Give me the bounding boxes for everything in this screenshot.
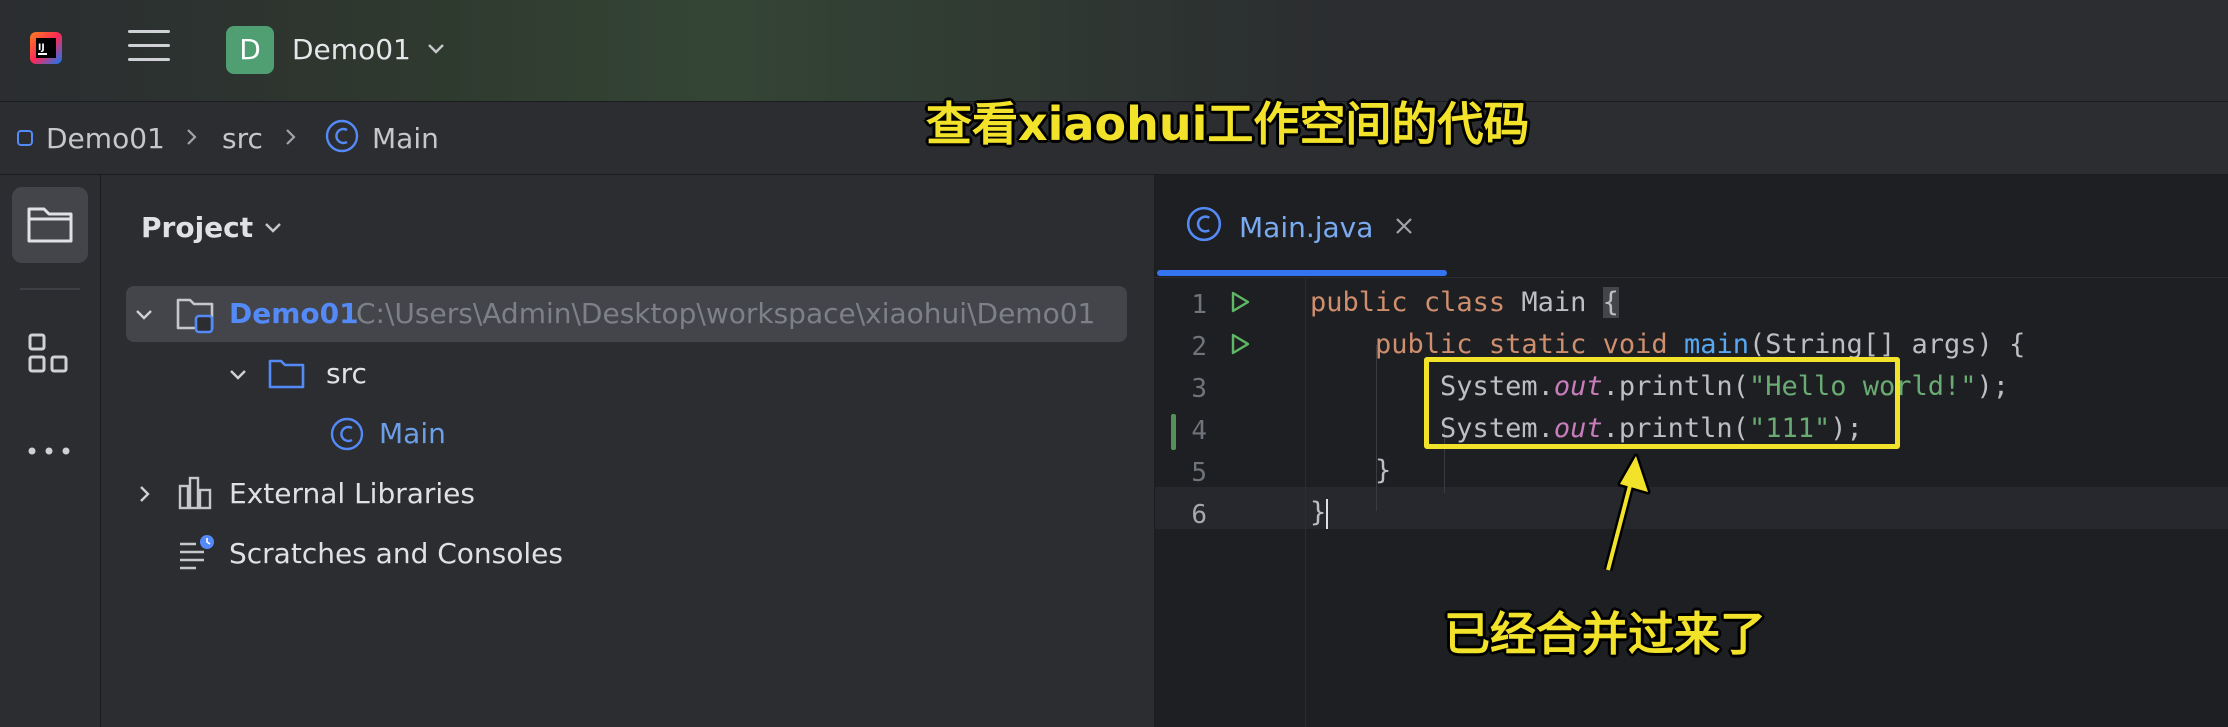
breadcrumb-item-src[interactable]: src bbox=[222, 122, 263, 155]
tree-label-demo01: Demo01 bbox=[229, 297, 359, 330]
code-line-1[interactable]: public class Main { bbox=[1310, 287, 1619, 318]
project-panel: Project Demo01 C:\Users\Admin\Desktop\wo… bbox=[101, 175, 1155, 727]
run-icon[interactable] bbox=[1228, 332, 1252, 356]
breadcrumb-item-demo01[interactable]: Demo01 bbox=[46, 122, 165, 155]
code-token: static bbox=[1488, 329, 1587, 360]
project-tool-button[interactable] bbox=[12, 187, 88, 263]
run-icon[interactable] bbox=[1228, 290, 1252, 314]
code-token: { bbox=[1602, 287, 1619, 318]
code-token: } bbox=[1310, 497, 1327, 528]
code-token: Main bbox=[1521, 287, 1587, 318]
class-icon bbox=[330, 417, 364, 451]
annotation-title: 查看xiaohui工作空间的代码 bbox=[926, 97, 1530, 151]
structure-icon[interactable] bbox=[26, 331, 72, 377]
code-token: ); bbox=[1976, 371, 2010, 402]
code-token: } bbox=[1375, 455, 1392, 486]
code-token: (String[] args) { bbox=[1748, 329, 2026, 360]
module-icon bbox=[17, 130, 33, 146]
intellij-logo-icon[interactable]: IJ bbox=[28, 30, 64, 66]
chevron-right-icon[interactable] bbox=[134, 484, 154, 504]
tool-window-stripe bbox=[0, 175, 101, 727]
folder-icon bbox=[27, 207, 73, 243]
chevron-down-icon[interactable] bbox=[426, 38, 446, 58]
class-icon bbox=[1186, 206, 1222, 242]
tree-label-scratches: Scratches and Consoles bbox=[229, 537, 563, 570]
line-number: 2 bbox=[1191, 332, 1207, 362]
chevron-right-icon bbox=[286, 129, 296, 145]
line-number: 1 bbox=[1191, 290, 1207, 320]
annotation-arrow bbox=[1603, 453, 1651, 572]
line-number: 3 bbox=[1191, 374, 1207, 404]
library-icon bbox=[178, 476, 212, 510]
text-cursor bbox=[1326, 498, 1329, 529]
class-icon bbox=[325, 119, 359, 153]
tree-label-main: Main bbox=[379, 417, 446, 450]
code-line-2[interactable]: public static void main(String[] args) { bbox=[1310, 329, 2025, 360]
close-icon[interactable] bbox=[1393, 215, 1415, 237]
editor-tab-bar: Main.java bbox=[1155, 175, 2228, 278]
scratches-icon bbox=[180, 535, 214, 570]
code-token: class bbox=[1423, 287, 1506, 318]
chevron-right-icon bbox=[187, 129, 197, 145]
project-avatar[interactable]: D bbox=[226, 26, 274, 74]
tree-row-scratches[interactable]: Scratches and Consoles bbox=[126, 526, 1127, 582]
tree-row-src[interactable]: src bbox=[126, 346, 1127, 402]
chevron-down-icon[interactable] bbox=[134, 304, 154, 324]
main-menu-icon[interactable] bbox=[128, 30, 170, 68]
stripe-divider bbox=[20, 288, 80, 290]
code-token: main bbox=[1683, 329, 1749, 360]
annotation-highlight-box bbox=[1424, 357, 1900, 449]
code-line-6[interactable]: } bbox=[1310, 497, 1329, 529]
tab-main-java[interactable]: Main.java bbox=[1155, 175, 1447, 277]
editor-gutter: 1 2 3 4 5 6 bbox=[1155, 278, 1306, 727]
title-bar: IJ D Demo01 bbox=[0, 0, 2228, 102]
annotation-callout: 已经合并过来了 bbox=[1444, 607, 1766, 661]
chevron-down-icon[interactable] bbox=[228, 364, 248, 384]
code-token: public bbox=[1375, 329, 1473, 360]
chevron-down-icon[interactable] bbox=[263, 217, 283, 237]
source-folder-icon bbox=[268, 359, 305, 389]
breadcrumb-item-main[interactable]: Main bbox=[372, 122, 439, 155]
project-selector[interactable]: Demo01 bbox=[292, 33, 411, 66]
module-folder-icon bbox=[176, 298, 214, 334]
code-token: void bbox=[1602, 329, 1668, 360]
tab-label: Main.java bbox=[1239, 211, 1374, 244]
tree-label-src: src bbox=[326, 357, 367, 390]
line-number: 6 bbox=[1191, 500, 1207, 530]
tree-path-demo01: C:\Users\Admin\Desktop\workspace\xiaohui… bbox=[356, 297, 1096, 330]
tree-row-external-libraries[interactable]: External Libraries bbox=[126, 466, 1127, 522]
change-marker[interactable] bbox=[1171, 414, 1176, 450]
tree-row-main[interactable]: Main bbox=[126, 406, 1127, 462]
code-token: public bbox=[1310, 287, 1408, 318]
line-number: 5 bbox=[1191, 458, 1207, 488]
svg-text:IJ: IJ bbox=[38, 43, 45, 53]
active-tab-indicator bbox=[1157, 270, 1447, 276]
panel-title[interactable]: Project bbox=[141, 211, 253, 244]
code-line-5[interactable]: } bbox=[1310, 455, 1391, 486]
tree-label-external-libraries: External Libraries bbox=[229, 477, 475, 510]
more-tools-icon[interactable] bbox=[26, 441, 72, 461]
tree-row-demo01[interactable]: Demo01 C:\Users\Admin\Desktop\workspace\… bbox=[126, 286, 1127, 342]
